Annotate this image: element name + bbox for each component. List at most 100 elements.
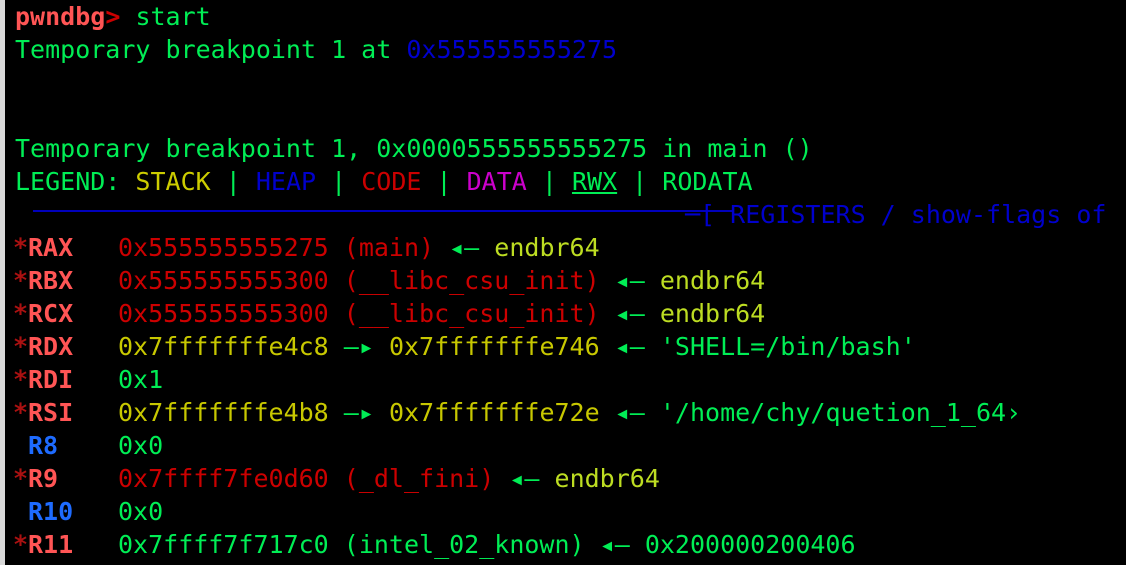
- registers-list: * RAX 0x555555555275 (main) ◂— endbr64 * RBX…: [5, 231, 1126, 565]
- breakpoint-set-line: Temporary breakpoint 1 at 0x555555555275: [15, 33, 1126, 66]
- register-row: * RSI 0x7fffffffe4b8 —▸ 0x7fffffffe72e ◂— …: [5, 396, 1126, 429]
- register-value-part: 0x7ffff7f717c0: [118, 530, 329, 559]
- register-value-part: ◂—: [434, 233, 495, 262]
- legend-stack: STACK: [135, 167, 211, 196]
- register-changed-marker: [13, 495, 28, 528]
- register-value-part: ◂—: [599, 266, 660, 295]
- register-value: 0x7fffffffe4c8 —▸ 0x7fffffffe746 ◂— 'SHE…: [118, 330, 916, 363]
- register-row: * RAX 0x555555555275 (main) ◂— endbr64: [5, 231, 1126, 264]
- register-changed-marker: *: [13, 299, 29, 328]
- legend-label: LEGEND:: [15, 167, 136, 196]
- register-value-part: ◂—: [599, 332, 660, 361]
- register-name-r10: R10: [28, 497, 74, 526]
- register-value-part: —▸: [328, 332, 389, 361]
- register-value-part: 'SHELL=/bin/bash': [659, 332, 916, 361]
- breakpoint-hit-line: Temporary breakpoint 1, 0x00005555555552…: [15, 132, 1126, 165]
- register-value-part: 0x7ffff7fe0d60: [118, 464, 329, 493]
- register-changed-marker: *: [13, 332, 29, 361]
- window-left-gutter: [0, 0, 5, 565]
- legend-rodata: RODATA: [662, 167, 753, 196]
- register-value-part: ◂—: [584, 530, 645, 559]
- breakpoint-set-text: Temporary breakpoint 1 at: [15, 35, 407, 64]
- register-changed-marker: *: [13, 464, 29, 493]
- register-name-rdx: RDX: [28, 332, 74, 361]
- legend-heap: HEAP: [255, 167, 317, 196]
- register-name-r12: R12: [28, 561, 73, 565]
- register-value-part: (__libc_csu_init): [328, 299, 600, 328]
- register-name-r9: R9: [28, 464, 59, 493]
- register-name-rax: RAX: [28, 233, 74, 262]
- section-header-label: ─[ REGISTERS / show-flags of: [685, 200, 1107, 229]
- register-value-part: 0x0: [118, 431, 164, 460]
- register-changed-marker: *: [13, 561, 28, 565]
- register-row: * RDI 0x1: [5, 363, 1126, 396]
- register-value-part: 0x0: [118, 497, 164, 526]
- register-value-part: (__libc_csu_init): [328, 266, 600, 295]
- register-changed-marker: *: [13, 233, 29, 262]
- register-name-r8: R8: [28, 431, 59, 460]
- legend-rwx: RWX: [571, 167, 618, 196]
- register-row: * RCX 0x555555555300 (__libc_csu_init) ◂— …: [5, 297, 1126, 330]
- section-rule: [33, 210, 733, 212]
- register-value-part: (main): [328, 233, 435, 262]
- register-changed-marker: *: [13, 365, 29, 394]
- register-row: * R9 0x7ffff7fe0d60 (_dl_fini) ◂— endbr64: [5, 462, 1126, 495]
- legend-code: CODE: [361, 167, 422, 196]
- prompt-label: pwndbg: [15, 2, 106, 31]
- register-changed-marker: *: [13, 530, 29, 559]
- legend-sep-4: |: [526, 167, 572, 196]
- command-start: start: [135, 2, 211, 31]
- breakpoint-hit-text: Temporary breakpoint 1, 0x00005555555552…: [15, 134, 813, 163]
- register-value-part: endbr64: [554, 464, 660, 493]
- register-name-rbx: RBX: [28, 266, 74, 295]
- register-value: 0x555555555300 (__libc_csu_init) ◂— endb…: [118, 264, 765, 297]
- prompt-line: pwndbg> start: [15, 0, 1126, 33]
- register-changed-marker: [13, 429, 28, 462]
- terminal-window[interactable]: pwndbg> start Temporary breakpoint 1 at …: [0, 0, 1126, 565]
- register-value-part: 0x555555555300: [118, 266, 329, 295]
- registers-section-header: ─[ REGISTERS / show-flags of: [5, 198, 1126, 231]
- legend-line: LEGEND: STACK | HEAP | CODE | DATA | RWX…: [15, 165, 1126, 198]
- register-row: * RDX 0x7fffffffe4c8 —▸ 0x7fffffffe746 ◂— …: [5, 330, 1126, 363]
- register-changed-marker: *: [13, 266, 29, 295]
- register-row: * RBX 0x555555555300 (__libc_csu_init) ◂— …: [5, 264, 1126, 297]
- prompt-symbol: >: [105, 2, 121, 31]
- register-value-part: 0x7fffffffe72e: [388, 398, 600, 427]
- register-row: *R12 0x555555555100 (_start) ◂— endbr64: [5, 561, 1126, 565]
- legend-sep-2: |: [316, 167, 362, 196]
- register-value-part: endbr64: [494, 233, 600, 262]
- register-value: 0x555555555100 (_start) ◂— endbr64: [118, 561, 630, 565]
- register-value-part: 0x7fffffffe4b8: [118, 398, 329, 427]
- register-value-part: 0x200000200406: [644, 530, 856, 559]
- register-name-rsi: RSI: [28, 398, 74, 427]
- register-name-r11: R11: [28, 530, 74, 559]
- register-value: 0x1: [118, 363, 163, 396]
- prompt-command-text: start: [120, 2, 210, 31]
- register-changed-marker: *: [13, 398, 29, 427]
- legend-sep-5: |: [617, 167, 663, 196]
- register-row: R8 0x0: [5, 429, 1126, 462]
- register-value: 0x7fffffffe4b8 —▸ 0x7fffffffe72e ◂— '/ho…: [118, 396, 1021, 429]
- register-value-part: 0x1: [118, 365, 164, 394]
- register-value: 0x7ffff7f717c0 (intel_02_known) ◂— 0x200…: [118, 528, 856, 561]
- terminal-screen[interactable]: pwndbg> start Temporary breakpoint 1 at …: [5, 0, 1126, 565]
- register-value: 0x0: [118, 429, 163, 462]
- register-value-part: 0x555555555275: [118, 233, 329, 262]
- register-value-part: ◂—: [494, 464, 555, 493]
- legend-sep-3: |: [421, 167, 467, 196]
- register-row: * R11 0x7ffff7f717c0 (intel_02_known) ◂— 0…: [5, 528, 1126, 561]
- register-value-part: (intel_02_known): [328, 530, 585, 559]
- register-value: 0x555555555300 (__libc_csu_init) ◂— endb…: [118, 297, 765, 330]
- register-value-part: —▸: [328, 398, 389, 427]
- register-row: R10 0x0: [5, 495, 1126, 528]
- register-value: 0x0: [118, 495, 163, 528]
- register-name-rdi: RDI: [28, 365, 74, 394]
- register-value-part: ◂—: [599, 299, 660, 328]
- register-value-part: 0x7fffffffe746: [388, 332, 600, 361]
- register-value: 0x7ffff7fe0d60 (_dl_fini) ◂— endbr64: [118, 462, 660, 495]
- register-value: 0x555555555275 (main) ◂— endbr64: [118, 231, 600, 264]
- register-value-part: endbr64: [659, 266, 766, 295]
- register-value-part: '/home/chy/quetion_1_64›: [659, 398, 1022, 427]
